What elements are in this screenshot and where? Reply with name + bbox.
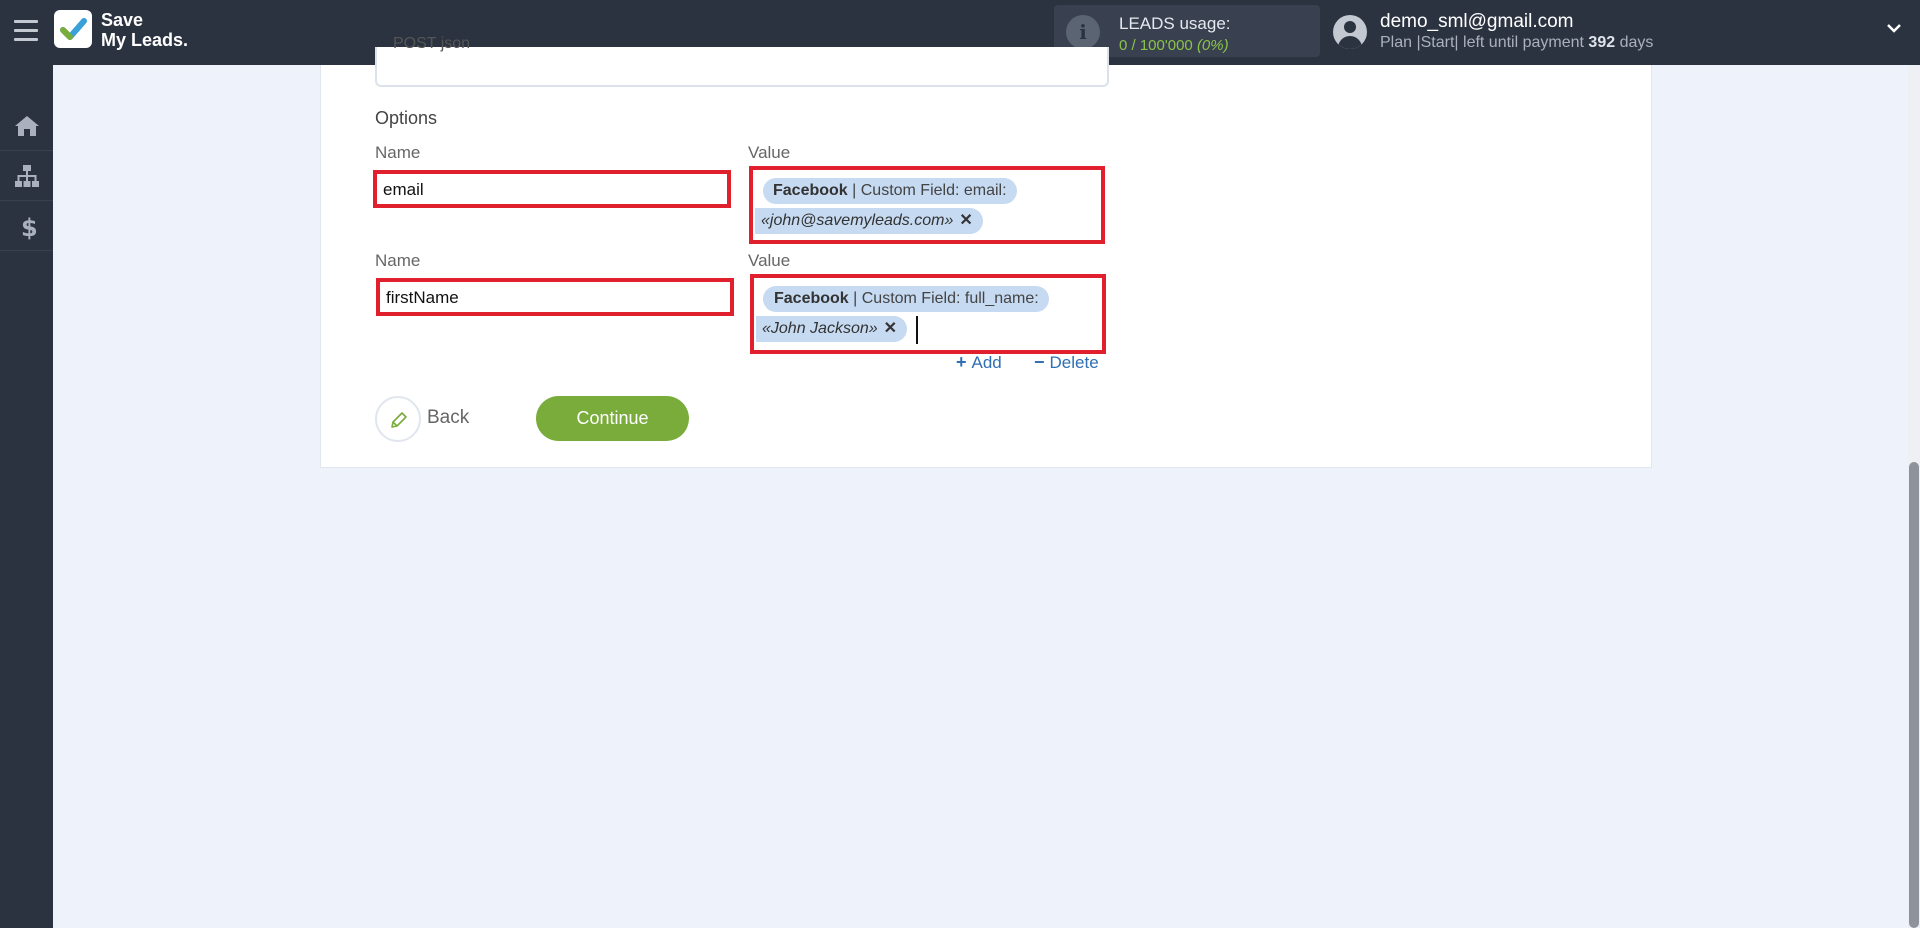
sidebar-item-billing[interactable]: $ (0, 201, 53, 251)
sidebar: $ (0, 65, 53, 928)
sidebar-item-home[interactable] (0, 101, 53, 151)
plan-text: Plan |Start| left until payment (1380, 34, 1584, 51)
logo-text[interactable]: Save My Leads. (101, 10, 188, 50)
chip-sample: «John Jackson» (762, 320, 878, 337)
plus-icon: + (956, 352, 967, 372)
dollar-icon: $ (21, 214, 38, 240)
add-option-link[interactable]: + Add (956, 352, 1002, 373)
add-label: Add (971, 353, 1002, 372)
back-label[interactable]: Back (427, 407, 469, 429)
name-label: Name (375, 251, 421, 270)
plan-days-suffix: days (1619, 34, 1654, 51)
hamburger-menu-icon[interactable] (14, 20, 38, 42)
back-button[interactable] (375, 396, 421, 442)
home-icon (15, 116, 39, 136)
options-label: Options (375, 108, 438, 128)
chip-source: Facebook (773, 182, 848, 199)
info-icon[interactable]: i (1066, 15, 1100, 49)
logo-icon[interactable] (54, 10, 92, 48)
value-chip-email[interactable]: Facebook | Custom Field: email: (763, 178, 1017, 204)
value-field-email[interactable]: Facebook | Custom Field: email: «john@sa… (749, 166, 1105, 244)
account-email[interactable]: demo_sml@gmail.com (1380, 11, 1574, 33)
plan-days: 392 (1588, 34, 1616, 51)
delete-label: Delete (1049, 353, 1099, 372)
logo-line-1: Save (101, 10, 144, 30)
method-select-value: POST json (393, 35, 471, 52)
chip-sample: «john@savemyleads.com» (761, 212, 954, 229)
value-chip-fullname-sample: «John Jackson» ✕ (756, 316, 908, 342)
sidebar-item-connections[interactable] (0, 151, 53, 201)
text-caret (916, 316, 918, 344)
name-label: Name (375, 143, 421, 162)
name-input-firstname[interactable]: firstName (376, 278, 734, 316)
chip-field: | Custom Field: email: (847, 182, 1007, 199)
method-select[interactable]: POST json (375, 35, 1109, 87)
usage-percent: (0%) (1196, 37, 1229, 54)
continue-button[interactable]: Continue (536, 396, 689, 441)
account-plan: Plan |Start| left until payment 392 days (1380, 34, 1653, 52)
value-label: Value (748, 143, 791, 162)
usage-count-value: 0 / 100'000 (1119, 37, 1193, 54)
value-field-firstname[interactable]: Facebook | Custom Field: full_name: «Joh… (750, 274, 1106, 354)
usage-count: 0 / 100'000 (0%) (1119, 37, 1229, 54)
usage-title: LEADS usage: (1119, 14, 1231, 33)
remove-chip-icon[interactable]: ✕ (884, 320, 897, 337)
scrollbar-thumb[interactable] (1909, 462, 1919, 928)
pencil-icon (391, 412, 407, 428)
value-chip-fullname[interactable]: Facebook | Custom Field: full_name: (763, 286, 1049, 312)
svg-text:$: $ (21, 214, 38, 240)
settings-card (320, 65, 1652, 468)
remove-chip-icon[interactable]: ✕ (959, 212, 972, 229)
minus-icon: − (1034, 352, 1045, 372)
logo-line-2: My Leads. (101, 30, 189, 50)
chip-field: | Custom Field: full_name: (848, 290, 1039, 307)
value-label: Value (748, 251, 791, 270)
delete-option-link[interactable]: − Delete (1034, 352, 1099, 373)
chevron-down-icon[interactable] (1886, 20, 1902, 36)
avatar-icon[interactable] (1333, 15, 1367, 49)
sitemap-icon (15, 165, 39, 187)
chip-source: Facebook (774, 290, 849, 307)
name-input-email[interactable]: email (373, 170, 731, 208)
value-chip-email-sample: «john@savemyleads.com» ✕ (755, 208, 983, 234)
